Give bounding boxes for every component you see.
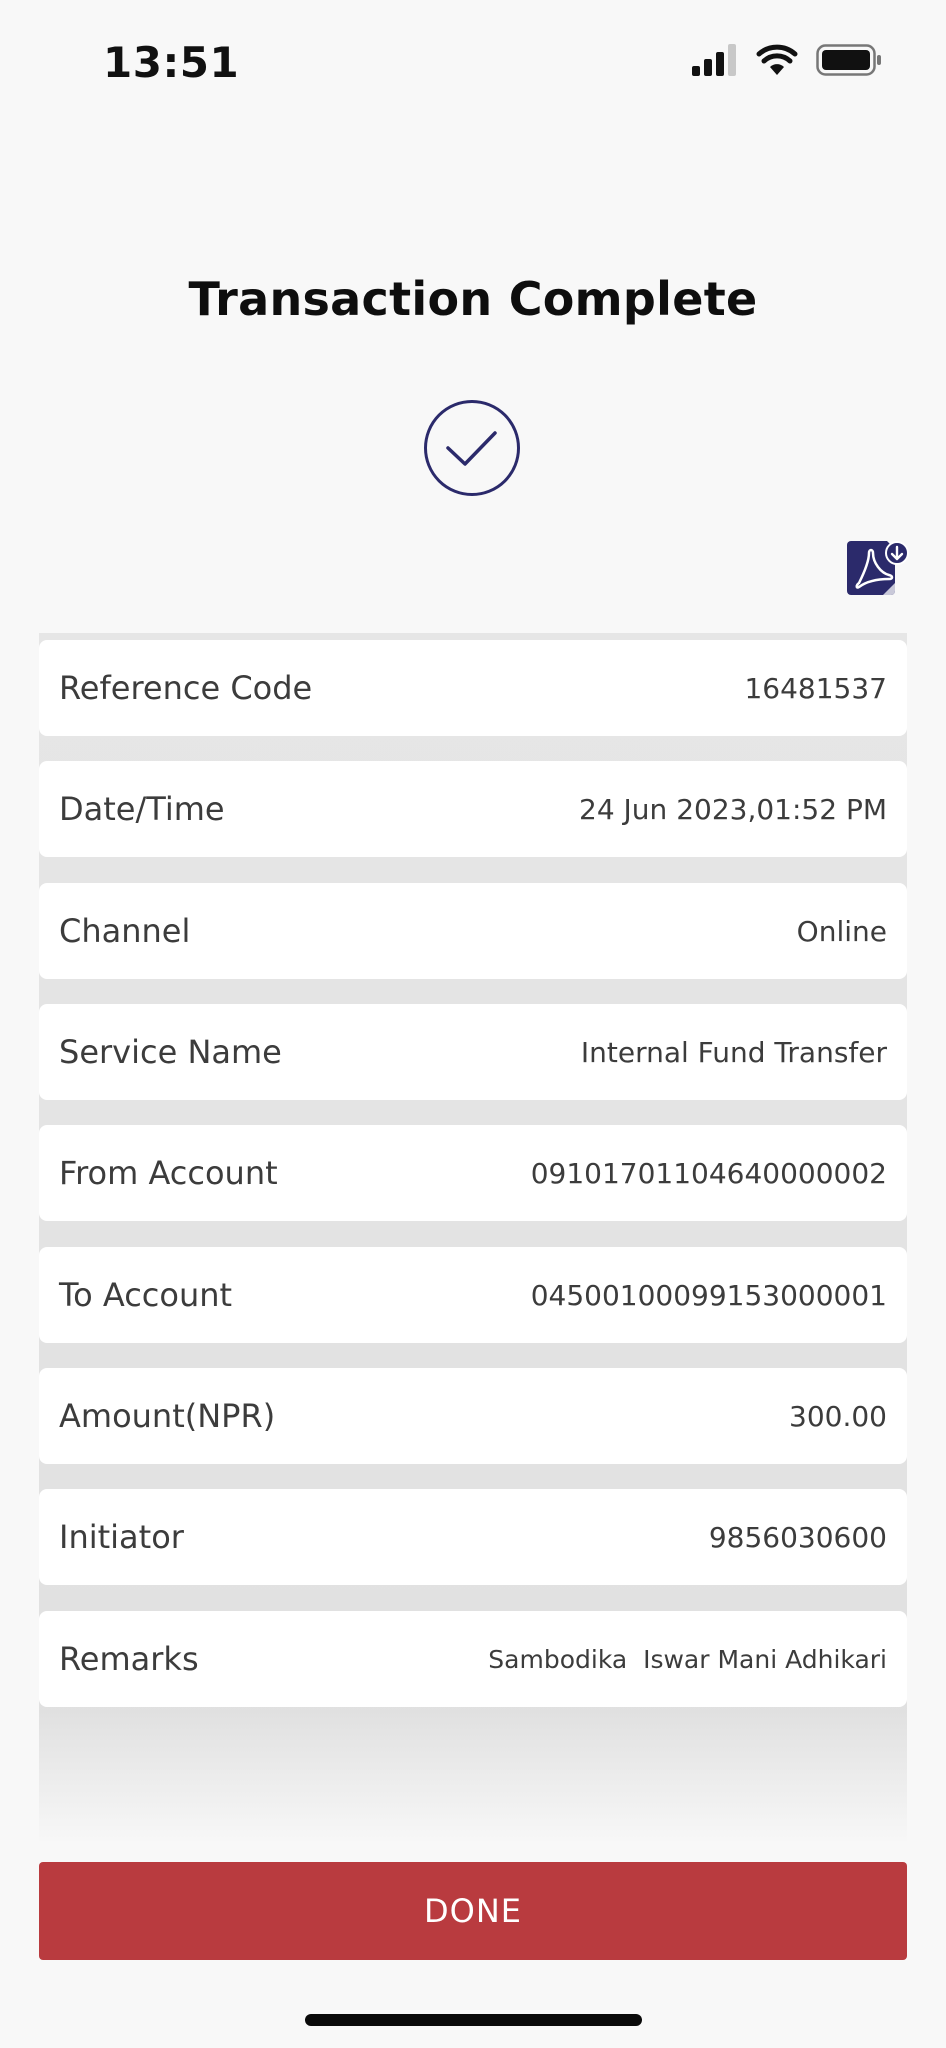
home-indicator[interactable] (305, 2014, 642, 2026)
status-bar: 13:51 (0, 0, 946, 128)
detail-value: 09101701104640000002 (530, 1156, 887, 1190)
wifi-icon (756, 44, 798, 75)
detail-row-channel: Channel Online (39, 883, 907, 979)
status-icons (692, 44, 882, 76)
page-title: Transaction Complete (188, 272, 758, 326)
detail-label: Amount(NPR) (59, 1397, 276, 1435)
detail-value: Internal Fund Transfer (580, 1035, 887, 1069)
detail-row-initiator: Initiator 9856030600 (39, 1489, 907, 1585)
detail-row-reference-code: Reference Code 16481537 (39, 640, 907, 736)
detail-label: Reference Code (59, 669, 313, 707)
detail-row-from-account: From Account 09101701104640000002 (39, 1125, 907, 1221)
detail-label: From Account (59, 1154, 278, 1192)
detail-label: Initiator (59, 1518, 184, 1556)
detail-row-service-name: Service Name Internal Fund Transfer (39, 1004, 907, 1100)
detail-label: Remarks (59, 1640, 199, 1678)
cellular-signal-icon (692, 44, 736, 76)
detail-value: Online (796, 914, 887, 948)
detail-row-remarks: Remarks Sambodika Iswar Mani Adhikari (39, 1611, 907, 1707)
detail-value: 16481537 (744, 671, 887, 705)
pdf-download-icon (847, 541, 909, 595)
detail-row-to-account: To Account 04500100099153000001 (39, 1247, 907, 1343)
detail-label: Service Name (59, 1033, 282, 1071)
pdf-download-button[interactable] (847, 537, 909, 599)
check-circle-icon (424, 400, 520, 496)
details-list-fade (39, 1710, 907, 1845)
detail-label: Date/Time (59, 790, 225, 828)
detail-label: To Account (59, 1276, 233, 1314)
detail-value: 24 Jun 2023,01:52 PM (579, 792, 887, 826)
detail-value: 300.00 (789, 1399, 887, 1433)
done-button[interactable]: DONE (39, 1862, 907, 1960)
detail-row-amount: Amount(NPR) 300.00 (39, 1368, 907, 1464)
detail-value: 04500100099153000001 (530, 1278, 887, 1312)
detail-row-date-time: Date/Time 24 Jun 2023,01:52 PM (39, 761, 907, 857)
battery-icon (816, 44, 881, 76)
detail-label: Channel (59, 912, 191, 950)
detail-value: Sambodika Iswar Mani Adhikari (488, 1644, 887, 1674)
detail-value: 9856030600 (708, 1520, 887, 1554)
status-time: 13:51 (103, 38, 240, 87)
